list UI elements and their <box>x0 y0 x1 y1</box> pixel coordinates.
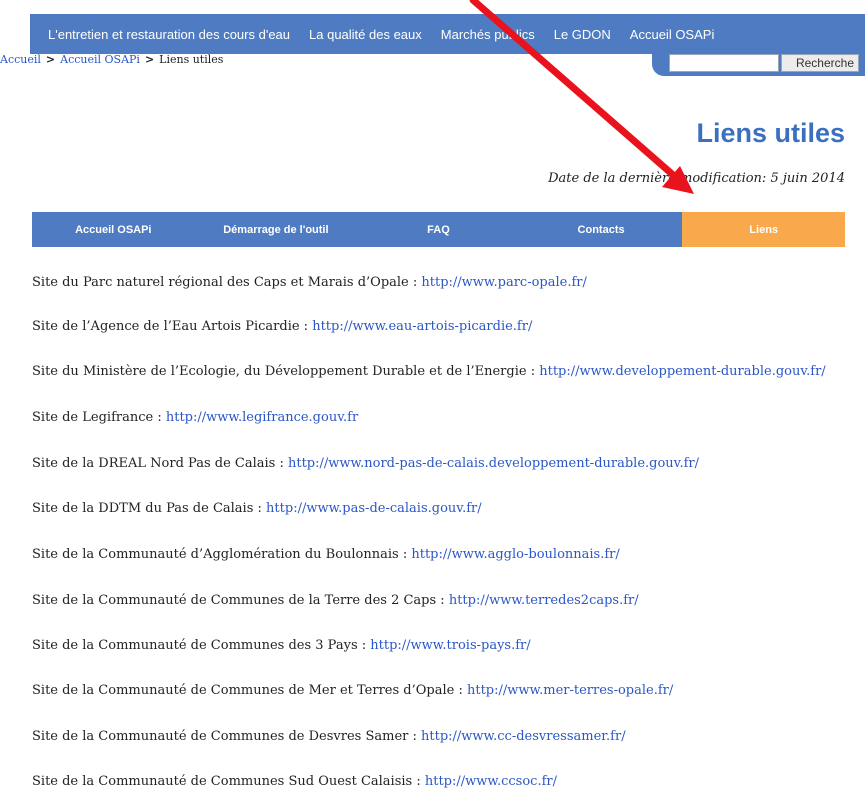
external-link[interactable]: http://www.nord-pas-de-calais.developpem… <box>288 456 699 471</box>
link-description: Site de la Communauté de Communes de Des… <box>32 729 421 744</box>
list-item: Site de la Communauté de Communes de Des… <box>32 729 626 745</box>
last-modified-date: Date de la dernière modification: 5 juin… <box>548 171 845 186</box>
tab-accueil-osapi[interactable]: Accueil OSAPi <box>32 212 195 247</box>
external-link[interactable]: http://www.mer-terres-opale.fr/ <box>467 683 673 698</box>
nav-link-gdon[interactable]: Le GDON <box>554 27 611 42</box>
search-input[interactable] <box>669 54 779 72</box>
search-button[interactable]: Recherche <box>781 54 859 72</box>
external-link[interactable]: http://www.terredes2caps.fr/ <box>449 593 639 608</box>
nav-link-accueil-osapi[interactable]: Accueil OSAPi <box>630 27 715 42</box>
link-description: Site de la DREAL Nord Pas de Calais : <box>32 456 288 471</box>
external-link[interactable]: http://www.pas-de-calais.gouv.fr/ <box>266 501 482 516</box>
list-item: Site de la Communauté de Communes de Mer… <box>32 683 673 699</box>
breadcrumb: Accueil > Accueil OSAPi > Liens utiles <box>0 53 223 66</box>
external-link[interactable]: http://www.trois-pays.fr/ <box>370 638 530 653</box>
link-description: Site de la DDTM du Pas de Calais : <box>32 501 267 516</box>
list-item: Site de la DREAL Nord Pas de Calais : ht… <box>32 456 699 472</box>
external-link[interactable]: http://www.eau-artois-picardie.fr/ <box>312 319 532 334</box>
tab-liens[interactable]: Liens <box>682 212 845 247</box>
nav-link-marches-publics[interactable]: Marchés publics <box>441 27 535 42</box>
breadcrumb-osapi-link[interactable]: Accueil OSAPi <box>60 53 140 66</box>
external-link[interactable]: http://www.developpement-durable.gouv.fr… <box>539 364 825 379</box>
link-description: Site de la Communauté de Communes de Mer… <box>32 683 467 698</box>
link-description: Site du Parc naturel régional des Caps e… <box>32 275 422 290</box>
list-item: Site de la Communauté de Communes des 3 … <box>32 638 531 654</box>
breadcrumb-current: Liens utiles <box>159 53 224 66</box>
list-item: Site du Parc naturel régional des Caps e… <box>32 275 587 291</box>
top-navigation-items: L'entretien et restauration des cours d'… <box>48 14 733 54</box>
link-description: Site de Legifrance : <box>32 410 166 425</box>
breadcrumb-home-link[interactable]: Accueil <box>0 53 41 66</box>
breadcrumb-separator: > <box>45 53 56 66</box>
external-link[interactable]: http://www.parc-opale.fr/ <box>421 275 587 290</box>
list-item: Site du Ministère de l’Ecologie, du Déve… <box>32 364 826 380</box>
link-description: Site de la Communauté de Communes de la … <box>32 593 449 608</box>
list-item: Site de la Communauté de Communes de la … <box>32 593 639 609</box>
section-tab-bar: Accueil OSAPi Démarrage de l'outil FAQ C… <box>32 212 845 247</box>
breadcrumb-separator: > <box>144 53 155 66</box>
page-title: Liens utiles <box>696 118 845 148</box>
list-item: Site de la Communauté de Communes Sud Ou… <box>32 774 557 790</box>
external-link[interactable]: http://www.legifrance.gouv.fr <box>166 410 358 425</box>
link-description: Site de l’Agence de l’Eau Artois Picardi… <box>32 319 313 334</box>
link-description: Site de la Communauté de Communes des 3 … <box>32 638 371 653</box>
tab-faq[interactable]: FAQ <box>357 212 520 247</box>
list-item: Site de Legifrance : http://www.legifran… <box>32 410 358 426</box>
nav-link-cours-d-eau[interactable]: L'entretien et restauration des cours d'… <box>48 27 290 42</box>
tab-contacts[interactable]: Contacts <box>520 212 683 247</box>
list-item: Site de la Communauté d’Agglomération du… <box>32 547 620 563</box>
tab-demarrage-outil[interactable]: Démarrage de l'outil <box>195 212 358 247</box>
external-link[interactable]: http://www.ccsoc.fr/ <box>425 774 557 789</box>
link-description: Site de la Communauté de Communes Sud Ou… <box>32 774 425 789</box>
external-link[interactable]: http://www.agglo-boulonnais.fr/ <box>411 547 619 562</box>
list-item: Site de l’Agence de l’Eau Artois Picardi… <box>32 319 532 335</box>
list-item: Site de la DDTM du Pas de Calais : http:… <box>32 501 482 517</box>
link-description: Site de la Communauté d’Agglomération du… <box>32 547 412 562</box>
link-description: Site du Ministère de l’Ecologie, du Déve… <box>32 364 540 379</box>
nav-link-qualite-eaux[interactable]: La qualité des eaux <box>309 27 422 42</box>
external-link[interactable]: http://www.cc-desvressamer.fr/ <box>421 729 626 744</box>
